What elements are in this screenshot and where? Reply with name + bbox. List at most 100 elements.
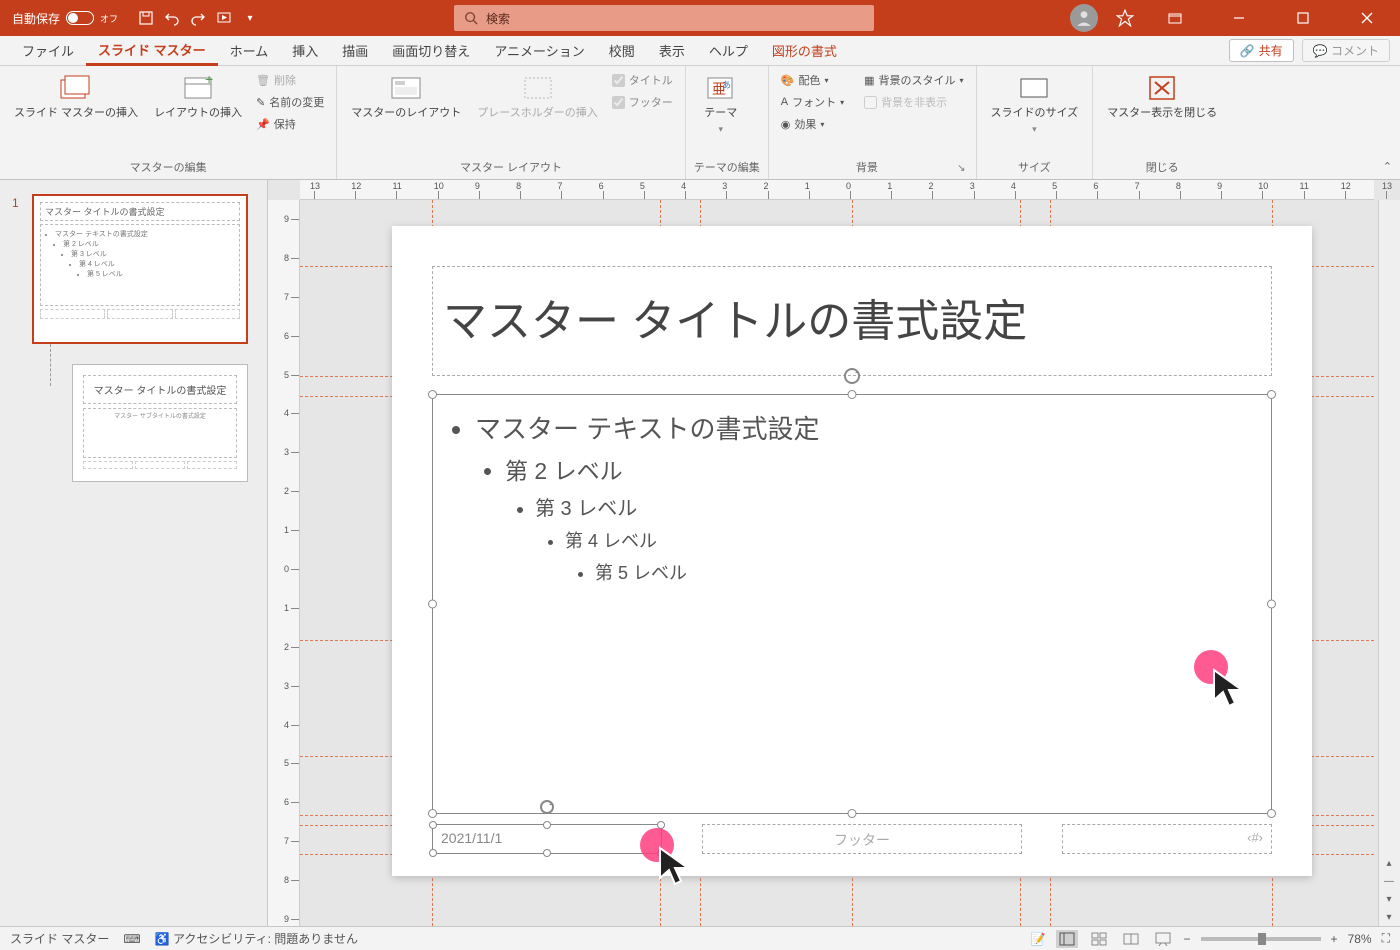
preserve-button[interactable]: 📌保持: [252, 114, 328, 134]
insert-layout-button[interactable]: + レイアウトの挿入: [148, 70, 248, 124]
slide-size-button[interactable]: スライドのサイズ ▾: [985, 70, 1085, 140]
search-icon: [464, 11, 478, 25]
comments-button[interactable]: 💬 コメント: [1302, 39, 1390, 62]
tab-home[interactable]: ホーム: [218, 36, 281, 66]
body-text: マスター テキストの書式設定 第 2 レベル 第 3 レベル 第 4 レベル 第…: [433, 395, 1271, 601]
resize-handle[interactable]: [428, 390, 437, 399]
tab-transitions[interactable]: 画面切り替え: [380, 36, 482, 66]
tab-insert[interactable]: 挿入: [280, 36, 330, 66]
cursor-icon: [656, 844, 700, 888]
sorter-view-button[interactable]: [1088, 930, 1110, 948]
slide-canvas[interactable]: マスター タイトルの書式設定 マスター テキストの書式設定: [392, 226, 1312, 876]
tab-view[interactable]: 表示: [647, 36, 697, 66]
qat-more-icon[interactable]: ▾: [242, 10, 258, 26]
collapse-ribbon-icon[interactable]: ⌃: [1383, 160, 1392, 173]
bg-styles-button[interactable]: ▦背景のスタイル ▾: [860, 70, 967, 90]
date-placeholder[interactable]: 2021/11/1: [432, 824, 662, 854]
tab-help[interactable]: ヘルプ: [697, 36, 760, 66]
insert-slide-master-label: スライド マスターの挿入: [14, 106, 138, 120]
search-box[interactable]: 検索: [454, 5, 874, 31]
zoom-in-button[interactable]: +: [1331, 932, 1338, 946]
normal-view-button[interactable]: [1056, 930, 1078, 948]
resize-handle[interactable]: [429, 821, 437, 829]
prev-slide-icon[interactable]: ▴: [1379, 854, 1399, 872]
fonts-button[interactable]: Aフォント ▾: [777, 92, 848, 112]
reading-view-button[interactable]: [1120, 930, 1142, 948]
close-button[interactable]: [1344, 0, 1390, 36]
tab-animations[interactable]: アニメーション: [482, 36, 596, 66]
resize-handle[interactable]: [429, 849, 437, 857]
effects-icon: ◉: [781, 118, 791, 131]
resize-handle[interactable]: [1267, 809, 1276, 818]
resize-handle[interactable]: [848, 390, 857, 399]
next-slide-icon[interactable]: ▾: [1379, 908, 1399, 926]
canvas-inner[interactable]: マスター タイトルの書式設定 マスター テキストの書式設定: [300, 200, 1374, 926]
preserve-label: 保持: [274, 116, 296, 132]
language-icon[interactable]: ⌨: [123, 932, 140, 946]
tab-review[interactable]: 校閲: [597, 36, 647, 66]
rename-button[interactable]: ✎名前の変更: [252, 92, 328, 112]
coming-soon-icon[interactable]: [1116, 9, 1134, 27]
resize-handle[interactable]: [428, 600, 437, 609]
slideshow-view-button[interactable]: [1152, 930, 1174, 948]
tab-draw[interactable]: 描画: [330, 36, 380, 66]
accessibility-status[interactable]: ♿ アクセシビリティ: 問題ありません: [155, 930, 358, 947]
footer-placeholder[interactable]: フッター: [702, 824, 1022, 854]
next-slide-icon[interactable]: ▾: [1379, 890, 1399, 908]
thumb2-sub: マスター サブタイトルの書式設定: [83, 408, 237, 458]
redo-icon[interactable]: [190, 10, 206, 26]
colors-button[interactable]: 🎨配色 ▾: [777, 70, 848, 90]
autosave-toggle[interactable]: 自動保存 オフ: [12, 10, 118, 27]
thumb-title: マスター タイトルの書式設定: [40, 202, 240, 221]
minimize-button[interactable]: [1216, 0, 1262, 36]
resize-handle[interactable]: [543, 849, 551, 857]
slideshow-icon[interactable]: [216, 10, 232, 26]
resize-handle[interactable]: [848, 809, 857, 818]
zoom-out-button[interactable]: −: [1184, 932, 1191, 946]
slide-thumbnails: 1 マスター タイトルの書式設定 マスター テキストの書式設定 第 2 レベル …: [0, 180, 268, 926]
thumb-l5: 第 5 レベル: [87, 269, 235, 279]
thumb-l3: 第 3 レベル: [71, 249, 235, 259]
title-text: マスター タイトルの書式設定: [443, 297, 1027, 346]
thumb-body: マスター テキストの書式設定 第 2 レベル 第 3 レベル 第 4 レベル 第…: [40, 224, 240, 306]
title-placeholder[interactable]: マスター タイトルの書式設定: [432, 266, 1272, 376]
master-layout-label: マスターのレイアウト: [351, 106, 461, 120]
title-checkbox[interactable]: タイトル: [608, 70, 677, 90]
tab-shape-format[interactable]: 図形の書式: [760, 36, 849, 66]
effects-button[interactable]: ◉効果 ▾: [777, 114, 848, 134]
maximize-button[interactable]: [1280, 0, 1326, 36]
master-layout-button[interactable]: マスターのレイアウト: [345, 70, 467, 124]
undo-icon[interactable]: [164, 10, 180, 26]
notes-button[interactable]: 📝: [1031, 932, 1046, 946]
share-button[interactable]: 🔗共有: [1229, 39, 1294, 62]
footer-checkbox[interactable]: フッター: [608, 92, 677, 112]
master-thumbnail[interactable]: マスター タイトルの書式設定 マスター テキストの書式設定 第 2 レベル 第 …: [32, 194, 248, 344]
workspace: 1 マスター タイトルの書式設定 マスター テキストの書式設定 第 2 レベル …: [0, 180, 1400, 926]
themes-button[interactable]: 亜あ テーマ ▾: [694, 70, 748, 140]
rotation-handle-icon[interactable]: [843, 367, 861, 385]
page-number-placeholder[interactable]: ‹#›: [1062, 824, 1272, 854]
user-avatar[interactable]: [1070, 4, 1098, 32]
vertical-scrollbar[interactable]: ▴ — ▾ ▾: [1378, 200, 1400, 926]
save-icon[interactable]: [138, 10, 154, 26]
resize-handle[interactable]: [1267, 600, 1276, 609]
layout-thumbnail[interactable]: マスター タイトルの書式設定 マスター サブタイトルの書式設定: [72, 364, 248, 482]
tab-file[interactable]: ファイル: [10, 36, 86, 66]
zoom-slider[interactable]: [1201, 937, 1321, 941]
footer-chk-label: フッター: [629, 94, 673, 110]
svg-text:+: +: [205, 74, 213, 87]
zoom-level[interactable]: 78%: [1348, 932, 1372, 946]
page-number-text: ‹#›: [1247, 830, 1263, 845]
rotation-handle-icon[interactable]: [539, 799, 555, 815]
tab-slide-master[interactable]: スライド マスター: [86, 36, 218, 66]
body-placeholder[interactable]: マスター テキストの書式設定 第 2 レベル 第 3 レベル 第 4 レベル 第…: [432, 394, 1272, 814]
resize-handle[interactable]: [428, 809, 437, 818]
background-launcher-icon[interactable]: ↘: [957, 163, 967, 174]
resize-handle[interactable]: [1267, 390, 1276, 399]
insert-slide-master-button[interactable]: スライド マスターの挿入: [8, 70, 144, 124]
slide-size-icon: [1017, 74, 1051, 102]
ribbon-display-icon[interactable]: [1152, 0, 1198, 36]
resize-handle[interactable]: [543, 821, 551, 829]
fit-to-window-button[interactable]: ⛶: [1382, 931, 1390, 946]
close-master-view-button[interactable]: マスター表示を閉じる: [1101, 70, 1223, 124]
